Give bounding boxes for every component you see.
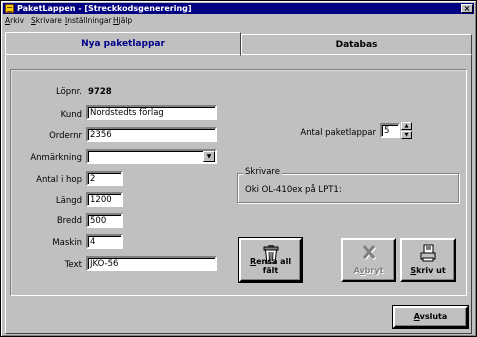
maskin-label: Maskin [52,238,82,248]
chevron-down-icon[interactable]: ▼ [203,151,215,162]
bredd-label: Bredd [56,216,82,226]
anmarkning-field[interactable] [86,149,217,164]
lopnr-value: 9728 [88,87,112,97]
tab-databas[interactable]: Databas [241,34,472,55]
kund-label: Kund [60,110,82,120]
cancel-button-label: Avbryt [353,266,384,275]
antal-paketlappar-spinner[interactable]: ▲ ▼ [401,122,412,139]
clear-all-button[interactable]: Rensa all fält [238,237,303,283]
menu-arkiv[interactable]: Arkiv [5,15,24,27]
print-button-label: Skriv ut [410,266,446,275]
langd-field[interactable] [86,192,123,207]
ordernr-field[interactable] [86,127,217,142]
text-field[interactable] [86,256,217,271]
maskin-field[interactable] [86,234,123,249]
menu-installningar[interactable]: Inställningar [65,15,112,27]
ordernr-label: Ordernr [49,131,82,141]
spin-up-icon[interactable]: ▲ [401,122,412,130]
quit-button[interactable]: Avsluta [392,305,469,329]
menu-bar: Arkiv Skrivare Inställningar Hjälp [3,15,474,27]
print-button[interactable]: Skriv ut [400,238,456,282]
close-button[interactable]: × [461,4,473,13]
printer-icon [420,244,436,264]
antal-i-hop-field[interactable] [86,171,123,186]
clear-all-button-label: Rensa all fält [249,257,292,275]
title-bar: PaketLappen - [Streckkodsgenerering] × [3,3,474,14]
printer-group-title: Skrivare [243,167,282,177]
menu-hjalp[interactable]: Hjälp [113,15,132,27]
app-icon [5,4,14,13]
text-label: Text [64,260,82,270]
bredd-field[interactable] [86,213,123,228]
antal-i-hop-label: Antal i hop [36,175,82,185]
tab-nya-paketlappar[interactable]: Nya paketlappar [5,32,241,56]
antal-paketlappar-field[interactable] [380,123,400,138]
langd-label: Längd [55,196,82,206]
app-window: PaketLappen - [Streckkodsgenerering] × A… [0,0,477,337]
spin-down-icon[interactable]: ▼ [401,131,412,139]
lopnr-label: Löpnr. [56,87,82,97]
cancel-button[interactable]: Avbryt [341,238,396,282]
kund-field[interactable] [86,105,217,120]
anmarkning-label: Anmärkning [30,153,82,163]
printer-name: Oki OL-410ex på LPT1: [245,185,342,195]
antal-paketlappar-label: Antal paketlappar [300,128,376,138]
menu-skrivare[interactable]: Skrivare [31,15,62,27]
window-title: PaketLappen - [Streckkodsgenerering] [17,4,192,13]
x-icon [361,244,377,262]
